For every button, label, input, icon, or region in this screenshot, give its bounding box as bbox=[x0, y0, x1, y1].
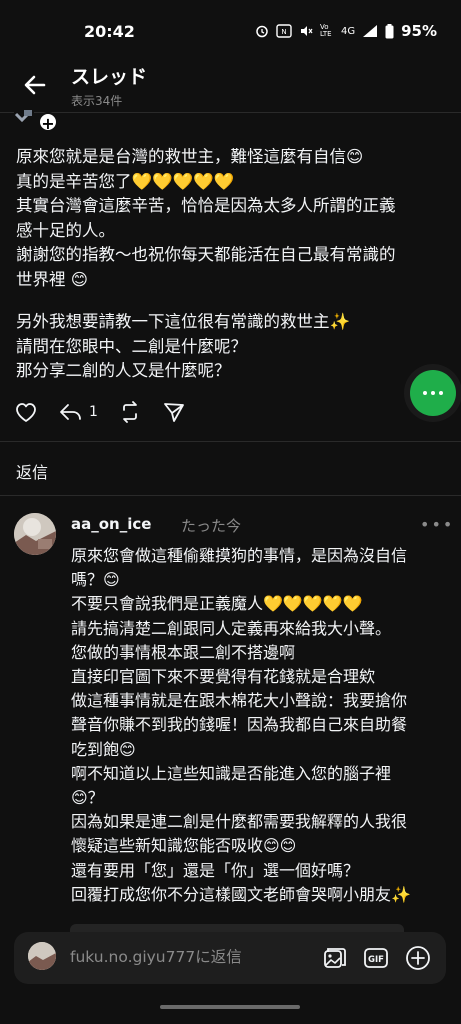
svg-text:GIF: GIF bbox=[368, 955, 384, 965]
comment-username[interactable]: aa_on_ice bbox=[71, 515, 151, 533]
comment-line: 嗎？😊 bbox=[71, 570, 120, 590]
signal-icon bbox=[363, 25, 378, 37]
gif-icon[interactable]: GIF bbox=[362, 944, 390, 972]
more-fab-button[interactable] bbox=[410, 370, 456, 416]
reply-button[interactable]: 1 bbox=[58, 401, 98, 423]
follow-plus-icon[interactable]: + bbox=[38, 112, 58, 133]
status-bar: 20:42 N Vo LTE 4G 95% bbox=[0, 0, 461, 62]
thread-header: スレッド 表示34件 bbox=[0, 62, 461, 112]
comment-line: 直接印官圖下來不要覺得有花錢就是合理欸 bbox=[71, 667, 376, 687]
reply-arrow-icon bbox=[60, 404, 81, 420]
gesture-bar[interactable] bbox=[160, 1005, 300, 1009]
comment-line: 因為如果是連二創是什麼都需要我解釋的人我很 bbox=[71, 812, 408, 832]
network-type: 4G bbox=[340, 25, 356, 37]
alarm-icon bbox=[256, 25, 268, 38]
reply-composer[interactable]: fuku.no.giyu777に返信 GIF bbox=[14, 932, 446, 984]
nfc-icon: N bbox=[276, 24, 292, 38]
status-time: 20:42 bbox=[84, 22, 135, 41]
comment-line: 請先搞清楚二創跟同人定義再來給我大小聲。 bbox=[71, 618, 392, 638]
add-circle-icon[interactable] bbox=[404, 944, 432, 972]
comment-line: 懷疑這些新知識您能否吸收😊😊 bbox=[71, 836, 297, 856]
status-icons: N Vo LTE 4G 95% bbox=[255, 22, 437, 40]
heart-icon bbox=[16, 403, 36, 422]
post-line: 真的是辛苦您了💛💛💛💛💛 bbox=[16, 171, 235, 191]
mute-icon bbox=[300, 26, 313, 36]
view-count: 表示34件 bbox=[71, 94, 123, 108]
post-line: 其實台灣會這麼辛苦，恰恰是因為太多人所謂的正義 bbox=[16, 196, 396, 215]
back-arrow-icon[interactable] bbox=[20, 70, 50, 100]
post-actions: 1 bbox=[14, 398, 206, 426]
svg-text:N: N bbox=[281, 28, 286, 36]
comment-line: 聲音你賺不到我的錢喔！因為我都自己來自助餐 bbox=[71, 715, 408, 735]
post-body: 原來您就是是台灣的救世主，難怪這麼有自信😊 真的是辛苦您了💛💛💛💛💛 其實台灣會… bbox=[16, 145, 436, 384]
comment-line: 不要只會說我們是正義魔人💛💛💛💛💛 bbox=[71, 594, 363, 614]
post-line: 原來您就是是台灣的救世主，難怪這麼有自信😊 bbox=[16, 147, 364, 166]
replies-divider bbox=[0, 495, 461, 496]
post-line: 那分享二創的人又是什麼呢？ bbox=[16, 361, 231, 380]
send-icon bbox=[164, 403, 184, 422]
comment-line: 做這種事情就是在跟木棉花大小聲說：我要搶你 bbox=[71, 691, 408, 711]
composer-peek bbox=[70, 924, 404, 932]
author-avatar[interactable] bbox=[14, 110, 34, 126]
comment-body: 原來您會做這種偷雞摸狗的事情，是因為沒自信 嗎？😊 不要只會說我們是正義魔人💛💛… bbox=[71, 544, 451, 907]
dot bbox=[431, 391, 435, 395]
battery-icon bbox=[385, 23, 394, 38]
repost-button[interactable] bbox=[118, 401, 142, 423]
post-line: 謝謝您的指教～也祝你每天都能活在自己最有常識的 bbox=[16, 245, 396, 264]
comment-line: 啊不知道以上這些知識是否能進入您的腦子裡 bbox=[71, 763, 392, 783]
comment-line: 回覆打成您你不分這樣國文老師會哭啊小朋友✨ bbox=[71, 884, 411, 904]
reply-input[interactable]: fuku.no.giyu777に返信 bbox=[70, 945, 242, 967]
dot bbox=[423, 391, 427, 395]
battery-percent: 95% bbox=[401, 22, 437, 40]
post-line: 感十足的人。 bbox=[16, 220, 115, 240]
volte-icon: Vo LTE bbox=[319, 23, 332, 38]
comment-line: 吃到飽😊 bbox=[71, 739, 136, 759]
like-button[interactable] bbox=[14, 401, 38, 423]
post-line: 另外我想要請教一下這位很有常識的救世主✨ bbox=[16, 312, 351, 331]
comment-line: 還有要用「您」還是「你」選一個好嗎？ bbox=[71, 860, 360, 880]
repost-icon bbox=[123, 401, 137, 423]
dot bbox=[439, 391, 443, 395]
replies-heading: 返信 bbox=[16, 463, 49, 482]
more-options-icon[interactable]: ••• bbox=[420, 515, 454, 534]
share-button[interactable] bbox=[162, 401, 186, 423]
header-divider bbox=[0, 112, 461, 113]
page-title: スレッド bbox=[71, 66, 148, 88]
comment-timestamp: たった今 bbox=[181, 517, 242, 535]
post-line: 世界裡 😊 bbox=[16, 269, 88, 289]
actions-divider bbox=[0, 441, 461, 442]
post-line: 請問在您眼中、二創是什麼呢？ bbox=[16, 336, 247, 356]
commenter-avatar[interactable] bbox=[14, 513, 56, 555]
own-avatar bbox=[28, 942, 56, 970]
reply-count: 1 bbox=[89, 404, 98, 420]
image-icon[interactable] bbox=[320, 944, 348, 972]
comment-line: 原來您會做這種偷雞摸狗的事情，是因為沒自信 bbox=[71, 546, 408, 565]
comment-line: 😊？ bbox=[71, 788, 104, 808]
comment-line: 您做的事情根本跟二創不搭邊啊 bbox=[71, 642, 296, 662]
